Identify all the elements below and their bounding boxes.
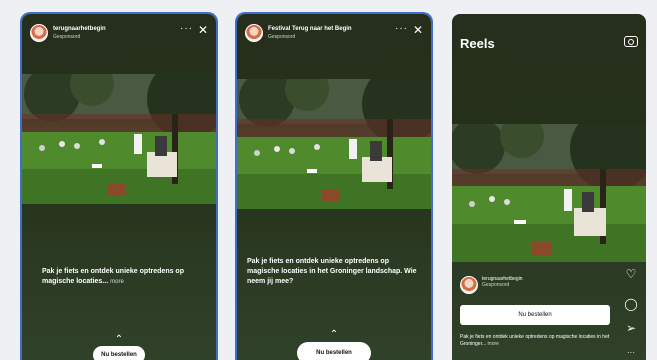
more-link[interactable]: more <box>488 341 499 347</box>
reels-ad-preview: Reels ♡ ◯ ➢ terugnaarhetbegin Gesponsord… <box>452 14 646 360</box>
dots-icon[interactable]: ··· <box>180 24 193 34</box>
account-name[interactable]: terugnaarhetbegin <box>53 26 106 32</box>
cta-button[interactable]: Nu bestellen <box>93 346 145 360</box>
ad-image <box>452 124 646 262</box>
close-icon[interactable]: ✕ <box>198 24 208 36</box>
account-info: terugnaarhetbegin Gesponsord <box>482 276 523 288</box>
story-header: Festival Terug naar het Begin Gesponsord… <box>245 24 423 46</box>
story-ad-preview-1: terugnaarhetbegin Gesponsord ··· ✕ Pak j… <box>22 14 216 360</box>
ad-image <box>237 79 431 209</box>
send-icon[interactable]: ➢ <box>624 321 638 335</box>
page-title: Reels <box>460 36 495 51</box>
caption-text: Pak je fiets en ontdek unieke optredens … <box>460 334 610 347</box>
avatar[interactable] <box>245 24 263 42</box>
avatar[interactable] <box>30 24 48 42</box>
ad-caption: Pak je fiets en ontdek unieke optredens … <box>247 257 417 287</box>
sponsored-label: Gesponsord <box>268 34 296 40</box>
story-ad-preview-2: Festival Terug naar het Begin Gesponsord… <box>237 14 431 360</box>
chevron-up-icon: ⌃ <box>114 334 124 345</box>
ad-image <box>22 74 216 204</box>
dots-icon[interactable]: ··· <box>624 348 638 357</box>
heart-icon[interactable]: ♡ <box>624 267 638 281</box>
story-header: terugnaarhetbegin Gesponsord ··· ✕ <box>30 24 208 46</box>
avatar[interactable] <box>460 276 478 294</box>
sponsored-label: Gesponsord <box>482 282 510 288</box>
comment-icon[interactable]: ◯ <box>624 297 638 311</box>
caption-text: Pak je fiets en ontdek unieke optredens … <box>247 258 417 285</box>
more-link[interactable]: more <box>110 279 124 285</box>
sponsored-label: Gesponsord <box>53 34 81 40</box>
chevron-up-icon: ⌃ <box>329 329 339 340</box>
ad-caption: Pak je fiets en ontdek unieke optredens … <box>460 334 622 348</box>
ad-caption: Pak je fiets en ontdek unieke optredens … <box>42 267 202 287</box>
cta-button[interactable]: Nu bestellen <box>460 305 610 325</box>
account-name[interactable]: Festival Terug naar het Begin <box>268 26 352 32</box>
camera-icon[interactable] <box>624 36 638 47</box>
cta-button[interactable]: Nu bestellen <box>297 342 371 360</box>
close-icon[interactable]: ✕ <box>413 24 423 36</box>
dots-icon[interactable]: ··· <box>395 24 408 34</box>
